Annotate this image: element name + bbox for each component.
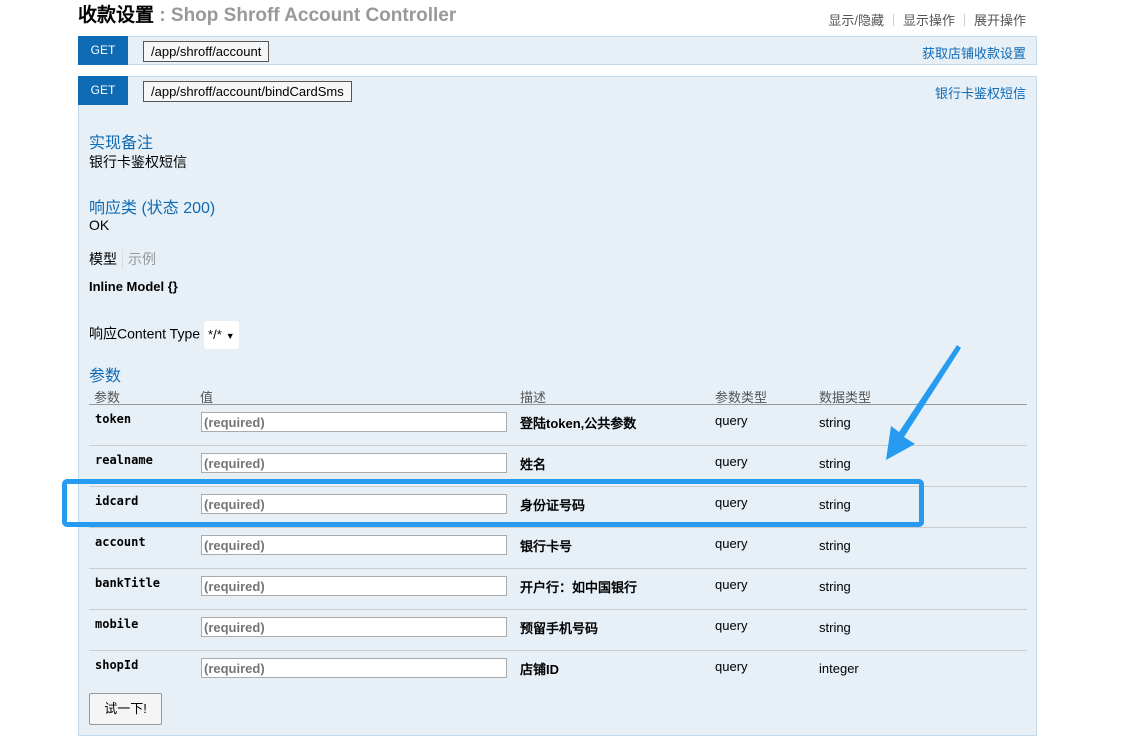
annotation-arrow-icon (886, 345, 961, 460)
